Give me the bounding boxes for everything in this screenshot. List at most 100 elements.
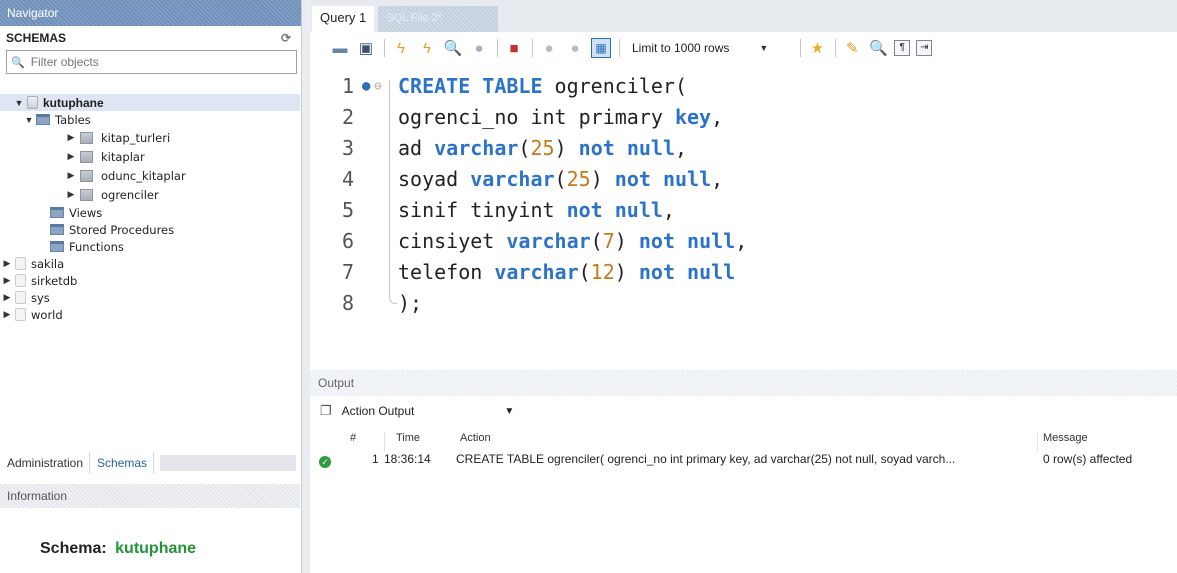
code-line[interactable]: 1 ● ⊖ CREATE TABLE ogrenciler(: [310, 72, 1177, 100]
tab-administration[interactable]: Administration: [0, 452, 91, 474]
sql-text: ): [614, 229, 639, 253]
tree-item-functions[interactable]: Functions: [0, 238, 300, 255]
commit-icon[interactable]: ●: [539, 38, 559, 58]
navigator-tabs: Administration Schemas: [0, 452, 300, 474]
tree-label: kitaplar: [101, 149, 145, 164]
code-line[interactable]: 3 ad varchar(25) not null,: [310, 134, 1177, 162]
add-snippet-icon[interactable]: ★: [807, 38, 827, 58]
tab-sql-file-2[interactable]: SQL File 2*: [378, 6, 499, 32]
tree-item-table[interactable]: ▶ kitap_turleri: [0, 128, 300, 147]
sql-text: ): [614, 260, 639, 284]
sql-keyword: not null: [638, 260, 736, 284]
execute-icon[interactable]: ϟ: [391, 38, 411, 58]
filter-objects-input[interactable]: [30, 55, 271, 69]
toggle-error-icon[interactable]: ■: [504, 38, 524, 58]
navigator-panel: Navigator SCHEMAS ⟳ 🔍 ▼ kutuphane ▼ Tabl…: [0, 0, 302, 573]
limit-rows-select[interactable]: Limit to 1000 rows ▼: [632, 41, 798, 55]
expand-arrow-icon[interactable]: ▶: [2, 258, 12, 269]
code-line[interactable]: 2 ogrenci_no int primary key,: [310, 103, 1177, 131]
line-number: 7: [341, 260, 354, 284]
filter-objects-box[interactable]: 🔍: [6, 50, 297, 74]
sql-text: (: [590, 229, 603, 253]
tab-schemas[interactable]: Schemas: [90, 452, 155, 474]
tree-item-schema[interactable]: ▶ sakila: [0, 255, 300, 272]
tree-item-schema[interactable]: ▶ sys: [0, 289, 300, 306]
sql-toolbar: ▬ ▣ ϟ ϟ 🔍 ● ■ ● ● ▦ Limit to 1000 rows ▼…: [310, 32, 1177, 64]
code-text: ad varchar(25) not null,: [398, 136, 687, 160]
navigator-header: Navigator: [0, 0, 301, 26]
rollback-icon[interactable]: ●: [565, 38, 585, 58]
stop-icon[interactable]: ●: [469, 38, 489, 58]
column-header-message[interactable]: Message: [1043, 432, 1088, 444]
folder-icon: [50, 207, 64, 218]
row-action: CREATE TABLE ogrenciler( ogrenci_no int …: [456, 452, 956, 466]
beautify-icon[interactable]: ✎: [842, 38, 862, 58]
column-header-num[interactable]: #: [350, 432, 356, 444]
expand-arrow-icon[interactable]: ▶: [66, 170, 76, 181]
explain-icon[interactable]: 🔍: [443, 38, 463, 58]
copy-icon[interactable]: ❐: [320, 403, 332, 419]
toolbar-separator: [532, 39, 533, 57]
expand-arrow-icon[interactable]: ▶: [66, 189, 76, 200]
row-time: 18:36:14: [384, 452, 431, 466]
sql-text: ,: [711, 105, 724, 129]
chevron-down-icon: ▼: [504, 405, 515, 417]
folder-open-icon[interactable]: ▬: [330, 38, 350, 58]
line-number: 2: [341, 105, 354, 129]
tree-label: Views: [69, 205, 103, 220]
search-icon: 🔍: [11, 56, 25, 69]
code-line[interactable]: 8);: [310, 289, 1177, 317]
execute-current-icon[interactable]: ϟ: [417, 38, 437, 58]
sql-number: 7: [602, 229, 615, 253]
database-icon: [15, 274, 26, 287]
code-line[interactable]: 6 cinsiyet varchar(7) not null,: [310, 227, 1177, 255]
output-mode-select[interactable]: ❐ Action Output ▼: [310, 398, 1177, 424]
column-header-action[interactable]: Action: [460, 432, 491, 444]
fold-toggle-icon[interactable]: ⊖: [374, 79, 386, 94]
wrap-icon[interactable]: ⇥: [916, 40, 933, 56]
expand-arrow-icon[interactable]: ▶: [2, 292, 12, 303]
expand-arrow-icon[interactable]: ▶: [2, 275, 12, 286]
tree-item-views[interactable]: Views: [0, 204, 300, 221]
expand-arrow-icon[interactable]: ▼: [14, 98, 24, 108]
tree-item-table[interactable]: ▶ kitaplar: [0, 147, 300, 166]
toolbar-separator: [619, 39, 620, 57]
sql-text: (: [554, 167, 567, 191]
column-header-time[interactable]: Time: [396, 432, 420, 444]
tree-item-kutuphane[interactable]: ▼ kutuphane: [0, 94, 300, 111]
database-icon: [15, 308, 26, 321]
tree-item-table[interactable]: ▶ ogrenciler: [0, 185, 300, 204]
expand-arrow-icon[interactable]: ▶: [2, 309, 12, 320]
code-text: telefon varchar(12) not null: [398, 260, 735, 284]
output-header: Output: [310, 370, 1177, 396]
expand-arrow-icon[interactable]: ▶: [66, 151, 76, 162]
tree-item-stored-procedures[interactable]: Stored Procedures: [0, 221, 300, 238]
sql-keyword: varchar: [506, 229, 591, 253]
chevron-down-icon: ▼: [759, 43, 769, 53]
code-line[interactable]: 7 telefon varchar(12) not null: [310, 258, 1177, 286]
tree-label: kitap_turleri: [101, 130, 171, 145]
tab-query-1[interactable]: Query 1: [312, 6, 375, 32]
invisible-chars-icon[interactable]: ¶: [894, 40, 911, 56]
sql-text: sinif tinyint: [398, 198, 567, 222]
tree-item-tables[interactable]: ▼ Tables: [0, 111, 300, 128]
output-mode-label: Action Output: [341, 404, 415, 418]
tree-item-schema[interactable]: ▶ sirketdb: [0, 272, 300, 289]
sql-editor[interactable]: 1 ● ⊖ CREATE TABLE ogrenciler( 2 ogrenci_no i…: [310, 64, 1177, 370]
tree-item-table[interactable]: ▶ odunc_kitaplar: [0, 166, 300, 185]
folder-icon: [50, 224, 64, 235]
expand-arrow-icon[interactable]: ▼: [24, 115, 34, 125]
code-line[interactable]: 5 sinif tinyint not null,: [310, 196, 1177, 224]
tree-item-schema[interactable]: ▶ world: [0, 306, 300, 323]
table-row[interactable]: ✓ 1 18:36:14 CREATE TABLE ogrenciler( og…: [310, 450, 1177, 470]
code-line[interactable]: 4 soyad varchar(25) not null,: [310, 165, 1177, 193]
refresh-icon[interactable]: ⟳: [281, 31, 291, 45]
code-text: ogrenci_no int primary key,: [398, 105, 723, 129]
autocommit-icon[interactable]: ▦: [591, 38, 611, 58]
sql-text: telefon: [398, 260, 495, 284]
code-text: );: [398, 291, 422, 315]
sql-keyword: key: [674, 105, 712, 129]
expand-arrow-icon[interactable]: ▶: [66, 132, 76, 143]
save-icon[interactable]: ▣: [356, 38, 376, 58]
find-icon[interactable]: 🔍: [868, 38, 888, 58]
